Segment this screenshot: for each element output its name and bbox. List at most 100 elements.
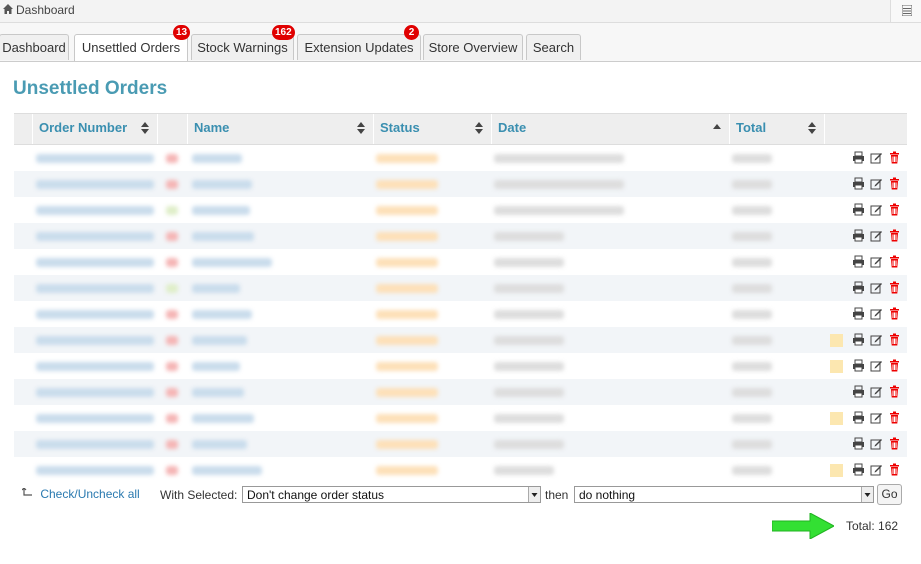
date-cell xyxy=(494,284,564,293)
print-icon[interactable] xyxy=(852,203,865,216)
delete-icon[interactable] xyxy=(888,359,901,372)
print-icon[interactable] xyxy=(852,281,865,294)
table-row[interactable] xyxy=(14,353,907,379)
date-cell xyxy=(494,232,564,241)
delete-icon[interactable] xyxy=(888,307,901,320)
table-row[interactable] xyxy=(14,171,907,197)
tab-unsettled-orders[interactable]: Unsettled Orders 13 xyxy=(74,25,191,61)
note-icon[interactable] xyxy=(830,360,843,373)
sort-icon xyxy=(475,122,483,134)
go-button[interactable]: Go xyxy=(877,484,902,505)
edit-icon[interactable] xyxy=(870,359,883,372)
table-row[interactable] xyxy=(14,249,907,275)
row-actions xyxy=(847,437,901,451)
edit-icon[interactable] xyxy=(870,255,883,268)
total-cell xyxy=(732,336,772,345)
table-row[interactable] xyxy=(14,327,907,353)
edit-icon[interactable] xyxy=(870,307,883,320)
select-value: do nothing xyxy=(579,488,636,502)
edit-icon[interactable] xyxy=(870,411,883,424)
tab-stock-warnings[interactable]: Stock Warnings 162 xyxy=(191,25,295,60)
tab-extension-updates[interactable]: Extension Updates 2 xyxy=(297,25,421,60)
tab-store-overview[interactable]: Store Overview xyxy=(423,34,523,60)
edit-icon[interactable] xyxy=(870,385,883,398)
table-header: Order Number Name Status Date Total xyxy=(14,113,907,145)
table-row[interactable] xyxy=(14,145,907,171)
order-status-select[interactable]: Don't change order status xyxy=(242,486,541,503)
delete-icon[interactable] xyxy=(888,203,901,216)
total-cell xyxy=(732,232,772,241)
table-row[interactable] xyxy=(14,379,907,405)
total-cell xyxy=(732,414,772,423)
delete-icon[interactable] xyxy=(888,151,901,164)
total-cell xyxy=(732,440,772,449)
print-icon[interactable] xyxy=(852,333,865,346)
note-icon[interactable] xyxy=(830,412,843,425)
print-icon[interactable] xyxy=(852,151,865,164)
print-icon[interactable] xyxy=(852,437,865,450)
tab-count-badge: 2 xyxy=(404,25,419,40)
date-cell xyxy=(494,258,564,267)
print-icon[interactable] xyxy=(852,463,865,476)
top-bar: Dashboard xyxy=(0,0,921,23)
print-icon[interactable] xyxy=(852,229,865,242)
table-row[interactable] xyxy=(14,197,907,223)
tab-label: Stock Warnings xyxy=(197,40,288,55)
dashboard-title: Dashboard xyxy=(16,3,75,17)
with-selected-label: With Selected: xyxy=(160,488,238,502)
col-name[interactable]: Name xyxy=(188,114,374,144)
flag-cell xyxy=(166,232,178,241)
tab-dashboard[interactable]: Dashboard xyxy=(0,34,69,60)
delete-icon[interactable] xyxy=(888,411,901,424)
edit-icon[interactable] xyxy=(870,281,883,294)
print-icon[interactable] xyxy=(852,307,865,320)
note-icon[interactable] xyxy=(830,334,843,347)
col-total[interactable]: Total xyxy=(730,114,825,144)
delete-icon[interactable] xyxy=(888,255,901,268)
print-icon[interactable] xyxy=(852,255,865,268)
delete-icon[interactable] xyxy=(888,281,901,294)
date-cell xyxy=(494,414,564,423)
table-row[interactable] xyxy=(14,431,907,457)
edit-icon[interactable] xyxy=(870,203,883,216)
table-row[interactable] xyxy=(14,223,907,249)
edit-icon[interactable] xyxy=(870,437,883,450)
delete-icon[interactable] xyxy=(888,385,901,398)
edit-icon[interactable] xyxy=(870,151,883,164)
row-actions xyxy=(847,307,901,321)
edit-icon[interactable] xyxy=(870,463,883,476)
order-number-cell xyxy=(36,388,154,397)
delete-icon[interactable] xyxy=(888,229,901,242)
col-status[interactable]: Status xyxy=(374,114,492,144)
col-order-number[interactable]: Order Number xyxy=(33,114,158,144)
print-icon[interactable] xyxy=(852,177,865,190)
orders-table: Order Number Name Status Date Total xyxy=(14,113,907,483)
status-cell xyxy=(376,206,438,215)
order-number-cell xyxy=(36,206,154,215)
note-icon[interactable] xyxy=(830,464,843,477)
date-cell xyxy=(494,180,624,189)
print-icon[interactable] xyxy=(852,359,865,372)
print-icon[interactable] xyxy=(852,411,865,424)
table-row[interactable] xyxy=(14,301,907,327)
edit-icon[interactable] xyxy=(870,177,883,190)
total-cell xyxy=(732,388,772,397)
date-cell xyxy=(494,440,564,449)
table-row[interactable] xyxy=(14,457,907,483)
name-cell xyxy=(192,232,254,241)
table-row[interactable] xyxy=(14,405,907,431)
col-date[interactable]: Date xyxy=(492,114,730,144)
name-cell xyxy=(192,258,272,267)
table-row[interactable] xyxy=(14,275,907,301)
menu-icon[interactable] xyxy=(890,0,921,22)
delete-icon[interactable] xyxy=(888,463,901,476)
print-icon[interactable] xyxy=(852,385,865,398)
delete-icon[interactable] xyxy=(888,333,901,346)
action-select[interactable]: do nothing xyxy=(574,486,874,503)
tab-search[interactable]: Search xyxy=(526,34,581,60)
check-uncheck-all-link[interactable]: Check/Uncheck all xyxy=(22,487,140,501)
delete-icon[interactable] xyxy=(888,437,901,450)
delete-icon[interactable] xyxy=(888,177,901,190)
edit-icon[interactable] xyxy=(870,229,883,242)
edit-icon[interactable] xyxy=(870,333,883,346)
